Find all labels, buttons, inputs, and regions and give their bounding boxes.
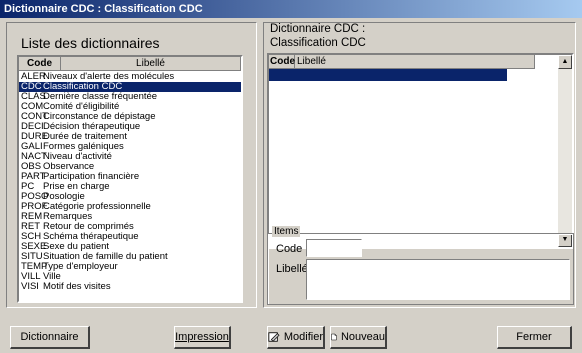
dictionnaire-button[interactable]: Dictionnaire <box>10 326 90 349</box>
right-panel: Dictionnaire CDC : Classification CDC Co… <box>263 22 576 308</box>
arrow-up-icon[interactable]: ▲ <box>558 55 572 69</box>
fermer-button[interactable]: Fermer <box>497 326 572 349</box>
window-title: Dictionnaire CDC : Classification CDC <box>0 0 582 18</box>
code-label: Code <box>276 243 303 255</box>
grid-selected-row[interactable] <box>269 69 507 81</box>
items-group-title: Items <box>272 226 301 237</box>
detail-heading-line2: Classification CDC <box>270 37 366 49</box>
nouveau-button[interactable]: Nouveau <box>330 326 387 349</box>
nouveau-button-label: Nouveau <box>340 331 385 343</box>
new-document-icon <box>331 333 337 341</box>
modifier-button-label: Modifier <box>283 331 323 343</box>
row-code: VISI <box>21 281 39 292</box>
row-label: Motif des visites <box>43 281 111 292</box>
dictionary-row[interactable]: VISI Motif des visites <box>19 282 241 292</box>
libelle-label: Libellé <box>276 263 308 275</box>
edit-icon <box>268 332 280 342</box>
dictionary-rows: ALER Niveaux d'alerte des molécules CDC Cla… <box>19 72 241 302</box>
left-panel: Liste des dictionnaires Code Libellé ALE… <box>6 22 257 308</box>
column-header-code[interactable]: Code <box>19 57 61 71</box>
column-header-libelle[interactable]: Libellé <box>61 57 241 71</box>
impression-button[interactable]: Impression <box>174 326 231 349</box>
modifier-button[interactable]: Modifier <box>267 326 325 349</box>
grid-scrollbar[interactable]: ▲ ▼ <box>558 55 572 247</box>
libelle-field[interactable] <box>306 259 570 300</box>
grid-header-libelle[interactable]: Libellé <box>295 55 535 69</box>
code-field[interactable] <box>306 239 362 257</box>
dictionary-list[interactable]: Code Libellé ALER Niveaux d'alerte des mo… <box>17 55 243 303</box>
detail-heading-line1: Dictionnaire CDC : <box>270 23 366 35</box>
items-grid[interactable]: Code Libellé ▲ ▼ <box>267 53 574 249</box>
grid-header-code[interactable]: Code <box>269 55 295 69</box>
list-heading: Liste des dictionnaires <box>21 35 160 51</box>
impression-button-label: Impression <box>175 331 229 343</box>
